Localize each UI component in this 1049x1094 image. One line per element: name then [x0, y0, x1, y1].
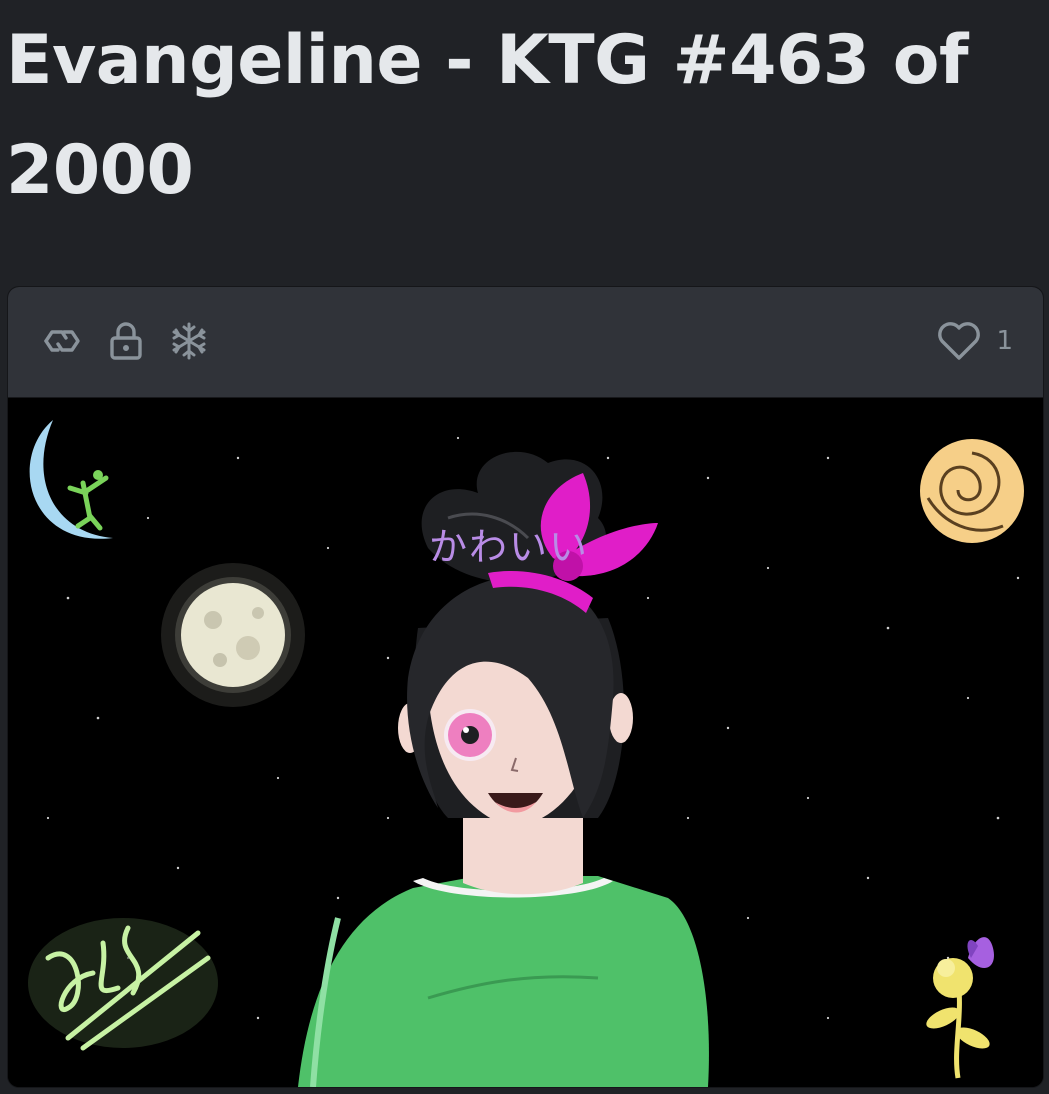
nft-item-page: Evangeline - KTG #463 of 2000 1 かわいい: [0, 0, 1049, 1094]
artwork-caption: かわいい: [428, 525, 589, 569]
heart-icon[interactable]: [936, 321, 982, 361]
rose: [920, 439, 1024, 543]
favorite-count: 1: [996, 326, 1013, 356]
freeze-icon[interactable]: [167, 319, 211, 363]
favorite-button[interactable]: 1: [936, 319, 1013, 363]
item-media-card: 1 かわいい: [7, 286, 1044, 1088]
card-header: 1: [8, 287, 1043, 398]
full-moon: [161, 563, 305, 707]
item-title: Evangeline - KTG #463 of 2000: [6, 21, 969, 210]
artist-signature: [28, 918, 218, 1051]
lock-icon[interactable]: [104, 319, 148, 363]
polygon-chain-icon[interactable]: [40, 319, 84, 363]
nft-artwork[interactable]: かわいい: [8, 398, 1043, 1087]
